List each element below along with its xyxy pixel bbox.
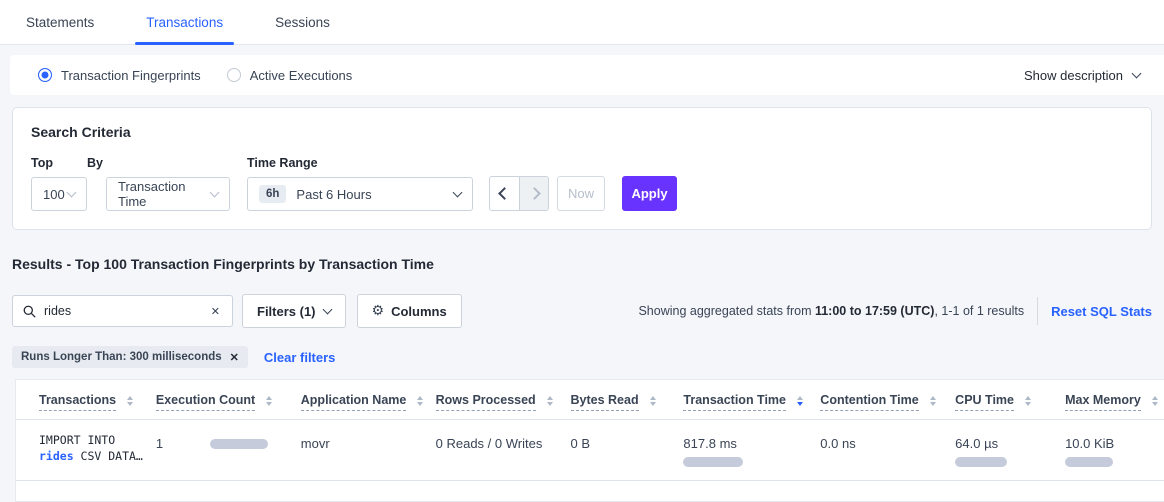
- chevron-down-icon: [67, 187, 77, 197]
- search-input[interactable]: [44, 304, 209, 318]
- stats-time-range: 11:00 to 17:59 (UTC): [815, 304, 934, 318]
- radio-unselected-icon: [227, 68, 241, 82]
- chevron-down-icon: [210, 187, 220, 197]
- columns-button[interactable]: ⚙ Columns: [357, 294, 462, 328]
- sort-icon: [547, 396, 553, 406]
- cell-execution-count: 1: [156, 420, 301, 480]
- results-heading: Results - Top 100 Transaction Fingerprin…: [12, 256, 1164, 272]
- columns-button-label: Columns: [391, 304, 447, 319]
- cell-rows-processed: 0 Reads / 0 Writes: [436, 420, 571, 480]
- top-field: Top 100: [31, 156, 87, 211]
- sort-icon: [127, 396, 133, 406]
- sort-icon: [266, 396, 272, 406]
- search-term-highlight: rides: [39, 449, 74, 463]
- view-toggle-band: Transaction Fingerprints Active Executio…: [10, 55, 1164, 95]
- sort-icon: [930, 396, 936, 406]
- cell-transaction-time: 817.8 ms: [683, 420, 820, 480]
- transaction-fingerprint-link[interactable]: IMPORT INTO rides CSV DATA…: [16, 420, 156, 480]
- radio-selected-icon: [38, 68, 52, 82]
- reset-sql-stats-link[interactable]: Reset SQL Stats: [1051, 304, 1152, 319]
- table-header-row: Transactions Execution Count Application…: [16, 380, 1164, 420]
- table-row: IMPORT INTO rides CSV DATA… 1 movr 0 Rea…: [16, 420, 1164, 481]
- by-select-value: Transaction Time: [118, 179, 211, 209]
- radio-label: Transaction Fingerprints: [61, 68, 201, 83]
- column-header-cpu-time[interactable]: CPU Time: [955, 393, 1065, 411]
- column-header-transactions[interactable]: Transactions: [16, 393, 156, 411]
- time-range-select[interactable]: 6h Past 6 Hours: [247, 177, 473, 211]
- cell-bytes-read: 0 B: [571, 420, 684, 480]
- sort-icon: [1152, 396, 1158, 406]
- max-memory-bar: [1065, 457, 1113, 467]
- next-time-range-button[interactable]: [519, 177, 548, 210]
- time-range-field: Time Range 6h Past 6 Hours: [230, 156, 473, 211]
- filter-chip-label: Runs Longer Than: 300 milliseconds: [21, 351, 222, 363]
- divider: [1037, 297, 1038, 325]
- time-range-label: Time Range: [247, 156, 473, 170]
- remove-filter-icon[interactable]: ✕: [230, 351, 239, 364]
- clear-filters-link[interactable]: Clear filters: [264, 350, 336, 365]
- time-range-pager: [489, 176, 549, 211]
- sql-activity-tabbar: Statements Transactions Sessions: [0, 0, 1164, 45]
- chevron-right-icon: [528, 187, 541, 200]
- radio-active-executions[interactable]: Active Executions: [227, 68, 353, 83]
- results-table: Transactions Execution Count Application…: [15, 379, 1164, 502]
- cell-application-name: movr: [301, 420, 436, 480]
- show-description-label: Show description: [1024, 68, 1123, 83]
- by-select[interactable]: Transaction Time: [106, 177, 230, 211]
- now-button[interactable]: Now: [557, 176, 605, 211]
- sort-desc-icon: [797, 396, 803, 406]
- results-toolbar: ✕ Filters (1) ⚙ Columns Showing aggregat…: [12, 294, 1152, 328]
- column-header-execution-count[interactable]: Execution Count: [156, 393, 301, 411]
- chevron-down-icon: [322, 304, 332, 314]
- sort-icon: [1025, 396, 1031, 406]
- search-criteria-card: Search Criteria Top 100 By Transaction T…: [12, 107, 1152, 230]
- clear-search-icon[interactable]: ✕: [209, 303, 222, 320]
- chevron-down-icon: [1132, 68, 1142, 78]
- sort-icon: [417, 396, 423, 406]
- tab-statements[interactable]: Statements: [15, 0, 105, 44]
- apply-button[interactable]: Apply: [622, 176, 677, 211]
- time-range-badge: 6h: [259, 185, 286, 203]
- cell-cpu-time: 64.0 µs: [955, 420, 1065, 480]
- sort-icon: [650, 396, 656, 406]
- time-range-value: Past 6 Hours: [296, 187, 454, 202]
- aggregated-stats-text: Showing aggregated stats from 11:00 to 1…: [638, 304, 1024, 318]
- chevron-down-icon: [453, 187, 463, 197]
- column-header-max-memory[interactable]: Max Memory: [1065, 393, 1164, 411]
- previous-time-range-button[interactable]: [490, 177, 519, 210]
- radio-label: Active Executions: [250, 68, 353, 83]
- active-filters-row: Runs Longer Than: 300 milliseconds ✕ Cle…: [12, 346, 1164, 368]
- cpu-time-bar: [955, 457, 1007, 467]
- column-header-application-name[interactable]: Application Name: [301, 393, 436, 411]
- column-header-transaction-time[interactable]: Transaction Time: [683, 393, 820, 411]
- cell-max-memory: 10.0 KiB: [1065, 420, 1164, 480]
- column-header-bytes-read[interactable]: Bytes Read: [571, 393, 684, 411]
- show-description-toggle[interactable]: Show description: [1024, 68, 1140, 83]
- cell-contention-time: 0.0 ns: [820, 420, 955, 480]
- execution-count-bar: [210, 439, 268, 449]
- by-label: By: [87, 156, 230, 170]
- tab-transactions[interactable]: Transactions: [135, 0, 234, 44]
- column-header-contention-time[interactable]: Contention Time: [820, 393, 955, 411]
- chevron-left-icon: [498, 187, 511, 200]
- top-label: Top: [31, 156, 87, 170]
- top-select-value: 100: [43, 187, 68, 202]
- results-search-box: ✕: [12, 295, 233, 327]
- filters-button[interactable]: Filters (1): [242, 294, 346, 328]
- radio-transaction-fingerprints[interactable]: Transaction Fingerprints: [38, 68, 201, 83]
- filter-chip: Runs Longer Than: 300 milliseconds ✕: [12, 346, 248, 368]
- column-header-rows-processed[interactable]: Rows Processed: [436, 393, 571, 411]
- search-icon: [23, 305, 36, 318]
- by-field: By Transaction Time: [87, 156, 230, 211]
- top-select[interactable]: 100: [31, 177, 87, 211]
- transaction-time-bar: [683, 457, 743, 467]
- filters-button-label: Filters (1): [257, 304, 316, 319]
- gear-icon: ⚙: [372, 303, 385, 319]
- tab-sessions[interactable]: Sessions: [264, 0, 341, 44]
- search-criteria-title: Search Criteria: [31, 124, 1133, 140]
